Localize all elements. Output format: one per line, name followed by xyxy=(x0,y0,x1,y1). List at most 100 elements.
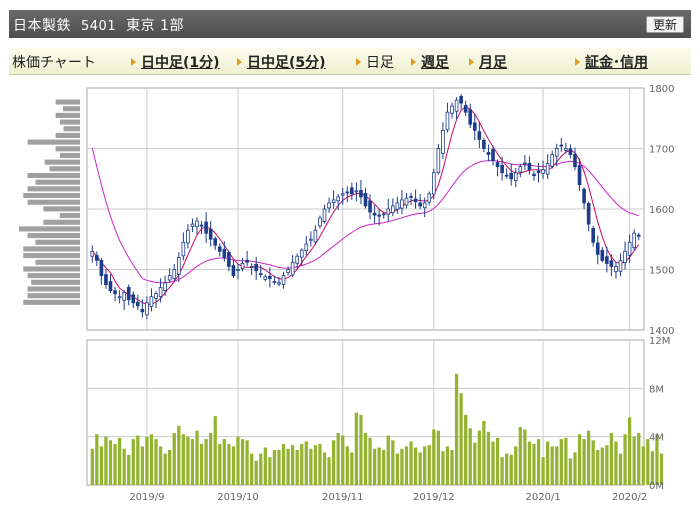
profile-bar xyxy=(23,266,80,272)
volume-bar xyxy=(632,436,636,485)
volume-bar xyxy=(268,457,272,485)
volume-bar xyxy=(345,446,349,485)
candle xyxy=(545,154,550,179)
candle xyxy=(372,205,377,224)
candle xyxy=(336,194,340,211)
profile-bar xyxy=(23,253,80,259)
volume-bar xyxy=(309,448,313,485)
volume-bar xyxy=(546,441,550,485)
candle xyxy=(126,284,131,306)
volume-bar xyxy=(131,439,135,485)
candle xyxy=(131,291,136,309)
volume-bar xyxy=(158,446,163,485)
candle xyxy=(391,198,395,217)
volume-bar xyxy=(149,434,154,485)
profile-bar xyxy=(35,239,80,245)
candle xyxy=(281,271,286,289)
candle xyxy=(468,103,473,129)
volume-bar xyxy=(286,448,290,485)
volume-bar xyxy=(486,431,491,485)
volume-bar xyxy=(532,443,536,485)
candle xyxy=(331,190,336,209)
candle xyxy=(586,201,591,232)
candle xyxy=(327,197,331,213)
volume-bar xyxy=(250,453,254,485)
candle xyxy=(518,163,523,178)
volume-bar xyxy=(195,430,199,485)
candle xyxy=(368,194,372,220)
volume-bar xyxy=(527,441,532,485)
volume-bar xyxy=(281,443,286,485)
candle xyxy=(550,150,555,169)
profile-bar xyxy=(31,279,80,285)
candle xyxy=(431,168,436,200)
volume-bar xyxy=(591,440,595,485)
candle xyxy=(117,290,122,304)
volume-bar xyxy=(354,412,359,485)
volume-bar xyxy=(104,436,108,485)
volume-bar xyxy=(482,420,486,485)
volume-bar xyxy=(423,446,427,485)
candle xyxy=(122,290,126,311)
candle xyxy=(186,224,190,249)
volume-bar xyxy=(614,441,618,485)
volume-bar xyxy=(550,446,554,485)
date-tick-label: 2019/12 xyxy=(413,492,455,503)
profile-bar xyxy=(27,172,80,179)
profile-bar xyxy=(44,159,80,165)
candle xyxy=(354,182,359,202)
candle xyxy=(90,245,95,263)
candle xyxy=(172,263,177,282)
candle xyxy=(582,187,586,209)
profile-bar xyxy=(19,226,80,232)
candle xyxy=(441,122,445,159)
profile-bar xyxy=(27,286,80,292)
volume-bar xyxy=(154,439,158,485)
volume-bar xyxy=(172,433,176,485)
volume-bar xyxy=(145,436,149,485)
volume-bar xyxy=(382,449,386,485)
candle xyxy=(523,154,527,170)
volume-bar xyxy=(400,448,404,485)
volume-bar xyxy=(573,452,577,485)
volume-bar xyxy=(318,443,322,485)
volume-bar xyxy=(477,430,481,485)
candle xyxy=(500,156,504,181)
volume-bar xyxy=(140,446,145,485)
candle xyxy=(108,274,113,294)
volume-bar xyxy=(418,452,422,485)
volume-bar xyxy=(637,433,641,485)
volume-bar xyxy=(459,393,463,485)
profile-bar xyxy=(27,273,80,279)
candle xyxy=(322,204,327,224)
candle xyxy=(595,235,600,265)
volume-bar xyxy=(391,440,395,485)
volume-bar xyxy=(313,445,318,485)
profile-bar xyxy=(55,112,80,118)
volume-bar xyxy=(304,441,308,485)
volume-bar xyxy=(231,446,236,485)
date-tick-label: 2020/1 xyxy=(526,492,561,503)
volume-profile xyxy=(19,99,80,305)
candle xyxy=(154,291,158,309)
profile-bar xyxy=(59,213,80,219)
candlesticks xyxy=(90,94,641,320)
candle xyxy=(614,262,618,279)
candle xyxy=(113,286,117,302)
volume-bar xyxy=(395,453,400,485)
volume-bar xyxy=(409,441,413,485)
volume-bar xyxy=(427,445,431,485)
candle xyxy=(181,232,186,261)
date-tick-label: 2019/9 xyxy=(129,492,164,503)
profile-bar xyxy=(35,179,80,185)
candle xyxy=(636,232,641,241)
profile-bar xyxy=(27,293,80,299)
candle xyxy=(199,221,204,235)
volume-bar xyxy=(468,428,472,485)
profile-bar xyxy=(55,99,80,105)
candle xyxy=(600,247,605,263)
candle xyxy=(145,296,149,320)
candle xyxy=(254,256,259,280)
volume-bar xyxy=(577,434,582,485)
price-tick-label: 1600 xyxy=(649,205,674,216)
